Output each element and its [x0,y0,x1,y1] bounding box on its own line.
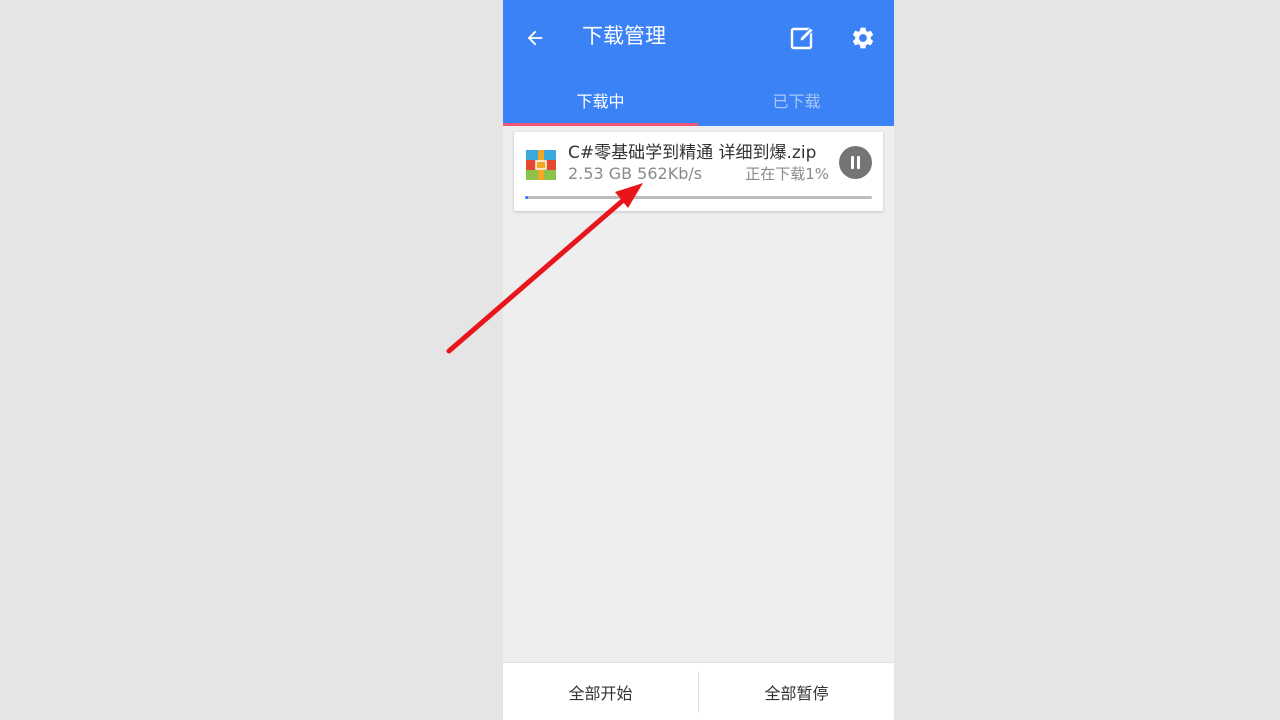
start-all-button[interactable]: 全部开始 [503,663,698,720]
download-item[interactable]: C#零基础学到精通 详细到爆.zip 2.53 GB 562Kb/s 正在下载1… [514,132,883,211]
tab-downloading-label: 下载中 [576,92,625,111]
progress-bar [525,196,872,199]
active-tab-indicator [503,123,698,126]
download-status: 正在下载1% [745,165,829,183]
tab-downloaded[interactable]: 已下载 [699,74,894,126]
download-manager-screen: 下载管理 下载中 已下载 C#零基础学到精通 详细到爆.zip 2.53 GB … [503,0,894,720]
gear-icon [852,27,874,49]
progress-fill [525,196,529,199]
edit-button[interactable] [787,22,819,54]
pause-icon-bar-left [851,156,854,169]
back-button[interactable] [519,22,551,54]
archive-file-icon [526,150,556,180]
arrow-left-icon [527,30,543,46]
pause-all-button[interactable]: 全部暂停 [699,663,894,720]
page-title: 下载管理 [582,24,666,48]
pause-button[interactable] [839,146,872,179]
file-name: C#零基础学到精通 详细到爆.zip [568,143,817,163]
tab-downloading[interactable]: 下载中 [503,74,698,126]
app-bar: 下载管理 下载中 已下载 [503,0,894,126]
edit-icon [790,27,814,50]
file-size-speed: 2.53 GB 562Kb/s [568,164,703,183]
settings-button[interactable] [847,22,879,54]
bottom-action-bar: 全部开始 全部暂停 [503,662,894,720]
tab-downloaded-label: 已下载 [772,92,821,111]
pause-icon-bar-right [857,156,860,169]
